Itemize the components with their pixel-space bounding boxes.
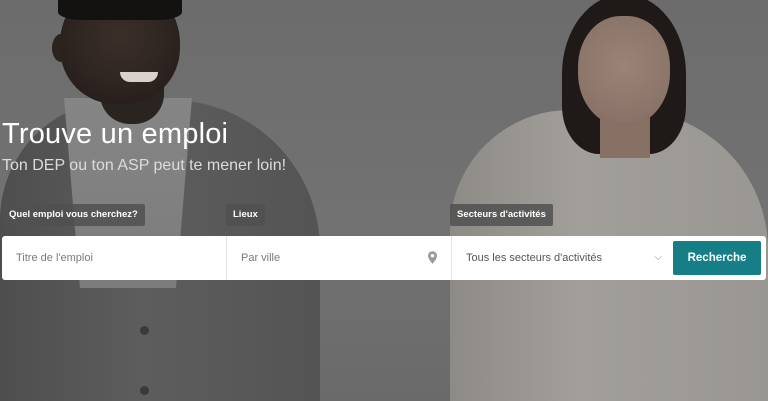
job-field xyxy=(2,236,227,280)
job-title-input[interactable] xyxy=(2,236,226,280)
sector-select[interactable]: Tous les secteurs d'activités ⌵ xyxy=(452,236,676,280)
chevron-down-icon: ⌵ xyxy=(654,252,662,263)
hero-subtitle: Ton DEP ou ton ASP peut te mener loin! xyxy=(2,157,287,174)
sector-label: Secteurs d'activités xyxy=(450,204,553,226)
sector-select-value: Tous les secteurs d'activités xyxy=(466,252,602,264)
search-bar: Tous les secteurs d'activités ⌵ Recherch… xyxy=(2,236,766,280)
cardigan-button xyxy=(140,386,149,395)
search-button[interactable]: Recherche xyxy=(673,241,761,275)
location-input[interactable] xyxy=(227,236,451,280)
person-man-smile xyxy=(120,72,158,82)
hero-title: Trouve un emploi xyxy=(2,118,229,150)
map-pin-icon xyxy=(428,251,437,264)
location-field xyxy=(227,236,452,280)
person-woman-face xyxy=(578,16,670,126)
hero-background xyxy=(0,0,768,401)
person-man-hair xyxy=(58,0,182,20)
cardigan-button xyxy=(140,326,149,335)
job-label: Quel emploi vous cherchez? xyxy=(2,204,145,226)
location-label: Lieux xyxy=(226,204,265,226)
